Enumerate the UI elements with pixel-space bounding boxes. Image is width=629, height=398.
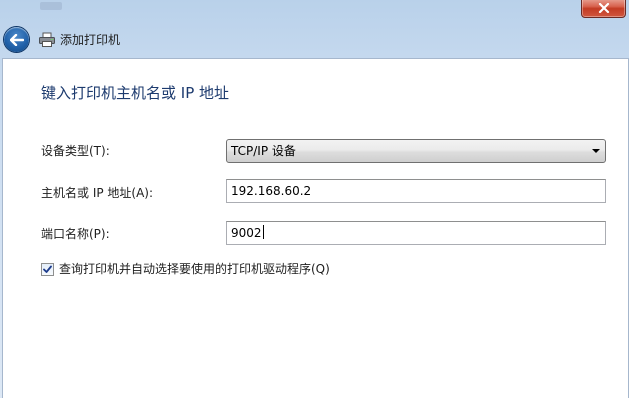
title-bar [0,0,629,22]
device-type-select[interactable]: TCP/IP 设备 [226,139,606,163]
back-button[interactable] [4,27,29,52]
navigation-bar: 添加打印机 [0,22,629,58]
back-arrow-icon [9,33,24,46]
window-title-faded [40,2,62,10]
hostname-input[interactable]: 192.168.60.2 [226,179,606,203]
wizard-content: 键入打印机主机名或 IP 地址 设备类型(T): TCP/IP 设备 主机名或 … [2,58,629,398]
query-driver-checkbox[interactable] [41,262,54,276]
port-name-input[interactable]: 9002 [226,221,606,245]
wizard-title: 添加打印机 [60,33,121,47]
printer-icon [39,32,55,47]
text-cursor [262,225,264,239]
add-printer-window: 添加打印机 键入打印机主机名或 IP 地址 设备类型(T): TCP/IP 设备… [0,0,629,398]
close-button[interactable] [581,0,626,18]
device-type-value: TCP/IP 设备 [231,144,296,158]
port-name-label: 端口名称(P): [41,227,110,241]
close-icon [598,2,609,13]
page-heading: 键入打印机主机名或 IP 地址 [41,84,230,102]
port-name-value: 9002 [231,226,262,240]
chevron-down-icon [592,149,600,153]
hostname-label: 主机名或 IP 地址(A): [41,186,154,200]
hostname-value: 192.168.60.2 [231,184,312,198]
checkmark-icon [43,265,52,273]
device-type-label: 设备类型(T): [41,144,110,158]
query-driver-label: 查询打印机并自动选择要使用的打印机驱动程序(Q) [59,262,330,276]
query-driver-option[interactable]: 查询打印机并自动选择要使用的打印机驱动程序(Q) [41,261,330,277]
